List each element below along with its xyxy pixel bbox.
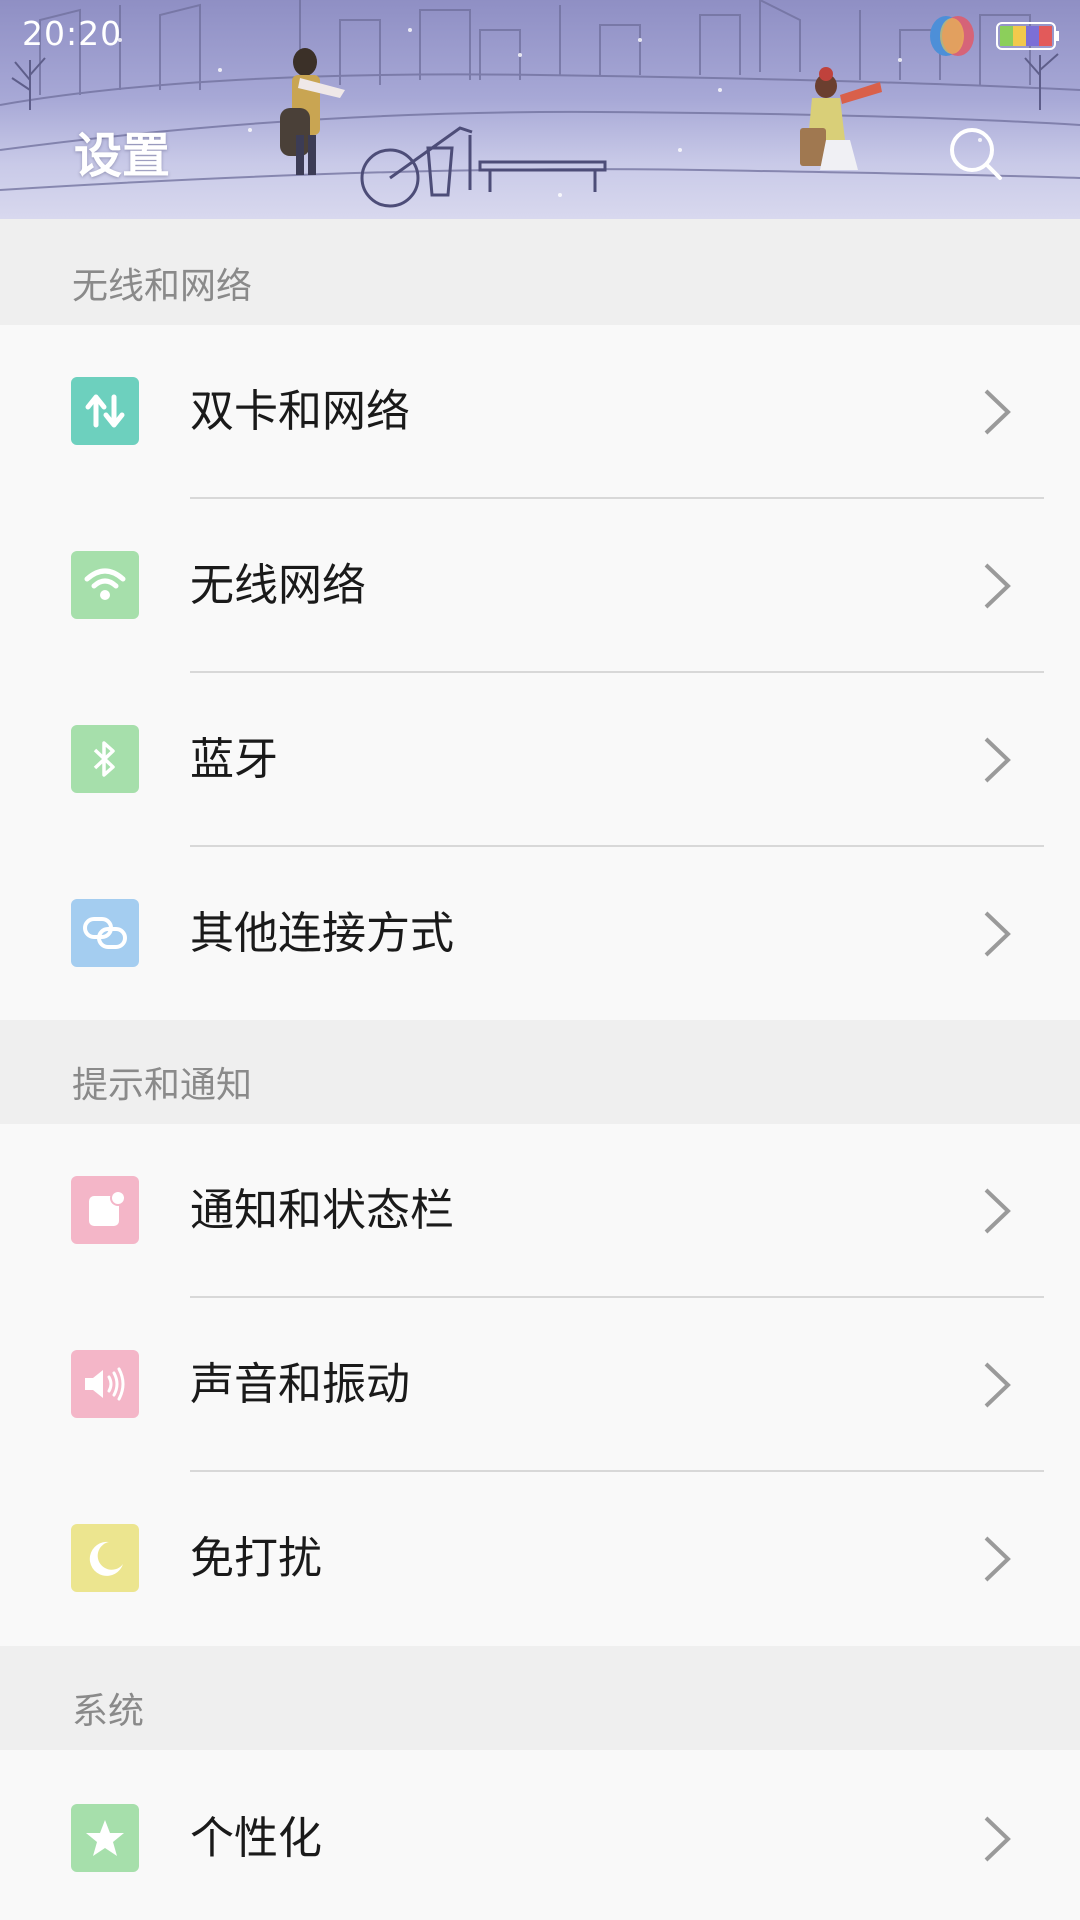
chevron-right-icon xyxy=(984,1188,1011,1234)
status-icons xyxy=(924,14,1060,58)
settings-item-notification-bar[interactable]: 通知和状态栏 xyxy=(0,1124,1080,1298)
settings-item-label: 通知和状态栏 xyxy=(190,1185,454,1236)
page-title: 设置 xyxy=(74,128,171,184)
chevron-right-icon xyxy=(984,389,1011,435)
chevron-right-icon xyxy=(984,911,1011,957)
settings-item-dual-sim[interactable]: 双卡和网络 xyxy=(0,325,1080,499)
chevron-right-icon xyxy=(984,563,1011,609)
settings-item-label: 其他连接方式 xyxy=(190,908,454,959)
settings-item-label: 免打扰 xyxy=(190,1533,322,1584)
wifi-icon xyxy=(71,551,139,619)
star-icon xyxy=(71,1804,139,1872)
chevron-right-icon xyxy=(984,1536,1011,1582)
chevron-right-icon xyxy=(984,1816,1011,1862)
settings-item-wifi[interactable]: 无线网络 xyxy=(0,499,1080,673)
settings-item-label: 声音和振动 xyxy=(190,1359,410,1410)
speaker-icon xyxy=(71,1350,139,1418)
notification-icon xyxy=(71,1176,139,1244)
settings-item-label: 双卡和网络 xyxy=(190,386,410,437)
section-header-wireless: 无线和网络 xyxy=(0,219,1080,325)
settings-item-other-connections[interactable]: 其他连接方式 xyxy=(0,847,1080,1021)
settings-item-label: 蓝牙 xyxy=(190,734,278,785)
settings-item-sound-vibration[interactable]: 声音和振动 xyxy=(0,1298,1080,1472)
search-button[interactable] xyxy=(940,118,1012,190)
section-title: 提示和通知 xyxy=(72,1065,253,1106)
settings-item-label: 无线网络 xyxy=(190,560,366,611)
dual-sim-icon xyxy=(71,377,139,445)
section-title: 无线和网络 xyxy=(72,266,253,307)
winter-scene-illustration xyxy=(0,0,1080,208)
section-header-notifications: 提示和通知 xyxy=(0,1020,1080,1124)
moon-icon xyxy=(71,1524,139,1592)
link-icon xyxy=(71,899,139,967)
header-banner: 20:20 设置 xyxy=(0,0,1080,219)
chevron-right-icon xyxy=(984,737,1011,783)
balloon-icon xyxy=(930,16,974,56)
search-icon xyxy=(950,128,1002,180)
bluetooth-icon xyxy=(71,725,139,793)
status-time: 20:20 xyxy=(22,14,123,53)
settings-group-notifications: 通知和状态栏 声音和振动 免打扰 xyxy=(0,1124,1080,1646)
settings-item-label: 个性化 xyxy=(190,1813,322,1864)
chevron-right-icon xyxy=(984,1362,1011,1408)
battery-icon xyxy=(996,22,1059,50)
section-title: 系统 xyxy=(72,1691,145,1732)
section-header-system: 系统 xyxy=(0,1646,1080,1750)
settings-item-do-not-disturb[interactable]: 免打扰 xyxy=(0,1472,1080,1646)
settings-group-system: 个性化 xyxy=(0,1750,1080,1920)
settings-item-personalization[interactable]: 个性化 xyxy=(0,1750,1080,1920)
settings-item-bluetooth[interactable]: 蓝牙 xyxy=(0,673,1080,847)
settings-group-wireless: 双卡和网络 无线网络 蓝牙 其他连接方式 xyxy=(0,325,1080,1020)
